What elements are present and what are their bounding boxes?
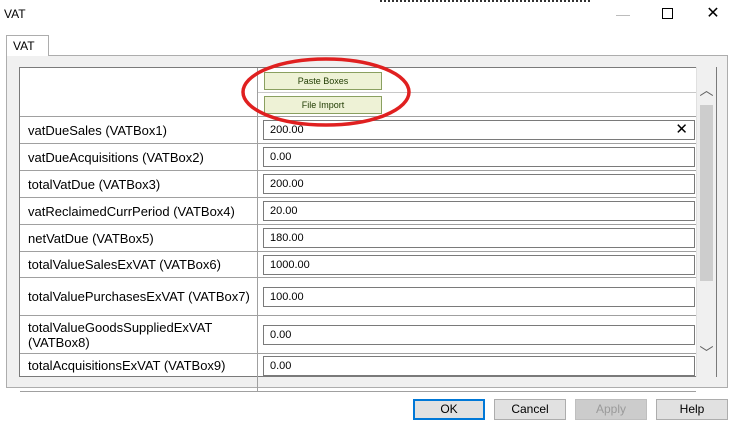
tab-vat[interactable]: VAT bbox=[6, 35, 49, 56]
row-label: vatDueSales (VATBox1) bbox=[20, 117, 258, 143]
row-label: netVatDue (VATBox5) bbox=[20, 225, 258, 251]
scroll-up-icon[interactable]: ︿ bbox=[697, 81, 716, 99]
field-value: 100.00 bbox=[270, 291, 304, 303]
field-value: 0.00 bbox=[270, 151, 292, 163]
vertical-scrollbar[interactable]: ︿ ﹀ bbox=[696, 67, 716, 377]
clear-icon[interactable]: ✕ bbox=[675, 122, 688, 138]
table-row: vatDueAcquisitions (VATBox2) 0.00 bbox=[20, 144, 696, 171]
row-label: totalValueSalesExVAT (VATBox6) bbox=[20, 252, 258, 277]
field-value: 20.00 bbox=[270, 205, 298, 217]
vatbox7-input[interactable]: 100.00 bbox=[263, 287, 695, 307]
field-value: 200.00 bbox=[270, 124, 304, 136]
row-label: totalValueGoodsSuppliedExVAT (VATBox8) bbox=[20, 316, 258, 353]
table-row: totalVatDue (VATBox3) 200.00 bbox=[20, 171, 696, 198]
table-row: vatDueSales (VATBox1) 200.00 ✕ bbox=[20, 117, 696, 144]
vatbox3-input[interactable]: 200.00 bbox=[263, 174, 695, 194]
cancel-button[interactable]: Cancel bbox=[494, 399, 566, 420]
apply-button[interactable]: Apply bbox=[575, 399, 647, 420]
vatbox9-input[interactable]: 0.00 bbox=[263, 356, 695, 376]
vatbox8-input[interactable]: 0.00 bbox=[263, 325, 695, 345]
table-row: totalValueGoodsSuppliedExVAT (VATBox8) 0… bbox=[20, 316, 696, 354]
scroll-thumb[interactable] bbox=[700, 105, 713, 281]
maximize-icon bbox=[661, 8, 673, 19]
ok-button[interactable]: OK bbox=[413, 399, 485, 420]
paste-boxes-button[interactable]: Paste Boxes bbox=[264, 72, 382, 90]
title-bar: VAT — ✕ bbox=[0, 0, 734, 30]
background-window-fragment bbox=[380, 0, 590, 2]
field-value: 1000.00 bbox=[270, 259, 310, 271]
grid-header-row: Paste Boxes File Import bbox=[20, 68, 696, 117]
minimize-button[interactable]: — bbox=[608, 4, 638, 24]
row-label: totalVatDue (VATBox3) bbox=[20, 171, 258, 197]
row-label: vatDueAcquisitions (VATBox2) bbox=[20, 144, 258, 170]
window-title: VAT bbox=[4, 7, 26, 21]
vat-grid: Paste Boxes File Import vatDueSales (VAT… bbox=[20, 68, 696, 392]
vatbox6-input[interactable]: 1000.00 bbox=[263, 255, 695, 275]
file-import-button[interactable]: File Import bbox=[264, 96, 382, 114]
vatbox5-input[interactable]: 180.00 bbox=[263, 228, 695, 248]
row-label: totalAcquisitionsExVAT (VATBox9) bbox=[20, 354, 258, 391]
table-row: totalValueSalesExVAT (VATBox6) 1000.00 bbox=[20, 252, 696, 278]
field-value: 0.00 bbox=[270, 329, 292, 341]
header-label-cell bbox=[20, 68, 258, 117]
table-row: netVatDue (VATBox5) 180.00 bbox=[20, 225, 696, 252]
vatbox1-input[interactable]: 200.00 ✕ bbox=[263, 120, 695, 140]
table-row: vatReclaimedCurrPeriod (VATBox4) 20.00 bbox=[20, 198, 696, 225]
maximize-button[interactable] bbox=[652, 4, 682, 24]
scroll-down-icon[interactable]: ﹀ bbox=[697, 344, 716, 362]
field-value: 200.00 bbox=[270, 178, 304, 190]
vatbox2-input[interactable]: 0.00 bbox=[263, 147, 695, 167]
table-row: totalAcquisitionsExVAT (VATBox9) 0.00 bbox=[20, 354, 696, 392]
row-label: totalValuePurchasesExVAT (VATBox7) bbox=[20, 278, 258, 315]
field-value: 0.00 bbox=[270, 360, 292, 372]
header-divider bbox=[258, 92, 696, 93]
field-value: 180.00 bbox=[270, 232, 304, 244]
help-button[interactable]: Help bbox=[656, 399, 728, 420]
close-button[interactable]: ✕ bbox=[698, 4, 728, 24]
row-label: vatReclaimedCurrPeriod (VATBox4) bbox=[20, 198, 258, 224]
vatbox4-input[interactable]: 20.00 bbox=[263, 201, 695, 221]
table-row: totalValuePurchasesExVAT (VATBox7) 100.0… bbox=[20, 278, 696, 316]
